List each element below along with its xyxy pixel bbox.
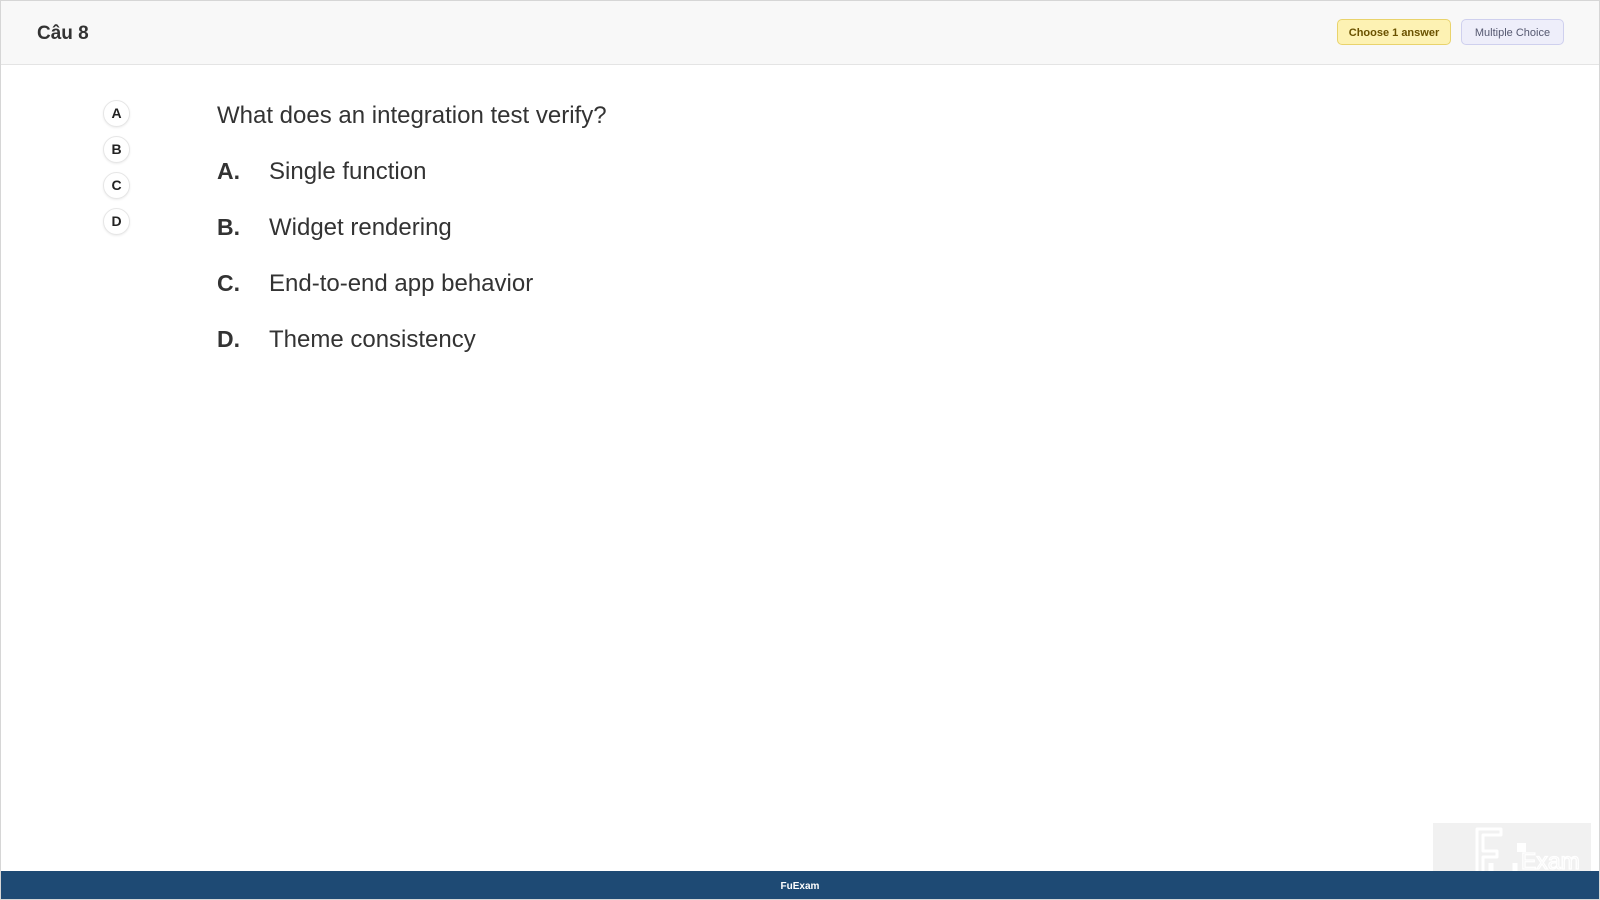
answer-button-c[interactable]: C [103, 172, 130, 199]
exam-page: Câu 8 Choose 1 answer Multiple Choice A … [0, 0, 1600, 900]
option-a[interactable]: A. Single function [217, 158, 533, 214]
option-text: End-to-end app behavior [269, 270, 534, 297]
option-text: Theme consistency [269, 326, 476, 353]
question-text: What does an integration test verify? [217, 102, 607, 129]
option-text: Single function [269, 158, 427, 185]
question-number: Câu 8 [37, 23, 89, 44]
answer-button-d[interactable]: D [103, 208, 130, 235]
option-list: A. Single function B. Widget rendering C… [217, 158, 533, 382]
option-text: Widget rendering [269, 214, 452, 241]
option-letter: B. [217, 214, 240, 240]
choose-answer-badge: Choose 1 answer [1337, 19, 1451, 45]
question-header: Câu 8 Choose 1 answer Multiple Choice [1, 1, 1599, 65]
option-c[interactable]: C. End-to-end app behavior [217, 270, 533, 326]
option-letter: A. [217, 158, 240, 184]
answer-selector: A B C D [103, 100, 133, 244]
option-b[interactable]: B. Widget rendering [217, 214, 533, 270]
option-d[interactable]: D. Theme consistency [217, 326, 533, 382]
option-letter: C. [217, 270, 240, 296]
option-letter: D. [217, 326, 240, 352]
answer-button-b[interactable]: B [103, 136, 130, 163]
answer-button-a[interactable]: A [103, 100, 130, 127]
footer-bar: FuExam [1, 871, 1599, 899]
footer-brand: FuExam [780, 881, 820, 892]
question-type-badge: Multiple Choice [1461, 19, 1564, 45]
